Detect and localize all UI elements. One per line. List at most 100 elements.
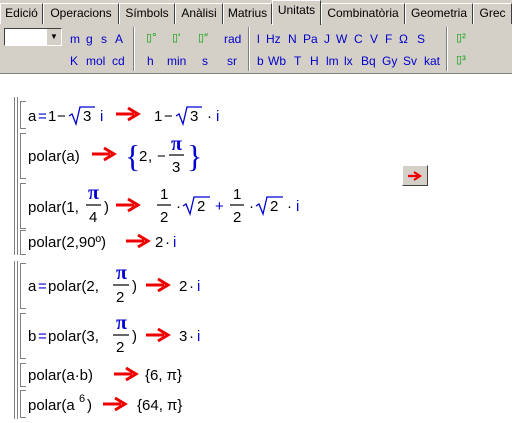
unit-ohm[interactable]: Ω bbox=[399, 32, 408, 46]
arrow-right-icon bbox=[116, 197, 141, 213]
block-bracket[interactable] bbox=[14, 261, 18, 419]
worksheet[interactable]: a = 1 − 3 i 1 − 3 · i polar(a) { 2 , − π… bbox=[0, 75, 512, 423]
tab-analisi[interactable]: Anàlisi bbox=[175, 3, 223, 24]
result-text: {64, π} bbox=[137, 397, 182, 414]
unit-N[interactable]: N bbox=[288, 32, 297, 46]
input-text: π bbox=[88, 183, 99, 204]
unit-lm[interactable]: lm bbox=[326, 54, 339, 68]
unit-s[interactable]: s bbox=[101, 32, 107, 46]
tab-combinatoria[interactable]: Combinatòria bbox=[321, 3, 405, 24]
expression-row[interactable]: polar(1, π 4 ) 1 2 · 2 + 1 2 · 2 · i bbox=[28, 183, 328, 229]
unit-l[interactable]: l bbox=[257, 32, 260, 46]
tab-matrius[interactable]: Matrius bbox=[223, 3, 272, 24]
expression-row[interactable]: b = polar(3, π 2 ) 3 · i bbox=[28, 313, 248, 359]
tab-unitats[interactable]: Unitats bbox=[272, 0, 321, 25]
unit-cd[interactable]: cd bbox=[112, 54, 125, 68]
unit-arcminute[interactable]: ▯′ bbox=[172, 31, 180, 45]
input-text: − bbox=[57, 108, 66, 125]
evaluate-button[interactable] bbox=[402, 165, 428, 186]
square-exponent-button[interactable]: ▯² bbox=[456, 31, 466, 45]
unit-s-time[interactable]: s bbox=[202, 54, 208, 68]
unit-g[interactable]: g bbox=[86, 32, 93, 46]
row-bracket[interactable] bbox=[20, 363, 26, 387]
unit-prefix-select[interactable]: ▼ bbox=[4, 28, 62, 46]
row-bracket[interactable] bbox=[20, 183, 26, 229]
input-text: b bbox=[28, 328, 36, 345]
result-text: 2 bbox=[270, 198, 278, 215]
tab-bar: Edició Operacions Símbols Anàlisi Matriu… bbox=[0, 0, 512, 25]
unit-C[interactable]: C bbox=[354, 32, 363, 46]
tab-operacions[interactable]: Operacions bbox=[43, 3, 119, 24]
chevron-down-icon[interactable]: ▼ bbox=[46, 29, 61, 45]
unit-Wb[interactable]: Wb bbox=[268, 54, 286, 68]
unit-F[interactable]: F bbox=[385, 32, 392, 46]
block-bracket[interactable] bbox=[14, 97, 18, 255]
row-bracket[interactable] bbox=[20, 263, 26, 309]
unit-rad[interactable]: rad bbox=[224, 32, 241, 46]
input-text: = bbox=[38, 108, 47, 125]
expression-row[interactable]: polar(2,90º) 2 · i bbox=[28, 230, 228, 256]
result-text: · bbox=[176, 198, 181, 215]
unit-min[interactable]: min bbox=[167, 54, 186, 68]
result-text: i bbox=[197, 328, 200, 345]
tab-geometria[interactable]: Geometria bbox=[405, 3, 473, 24]
input-text: = bbox=[38, 278, 47, 295]
expression-row[interactable]: a = polar(2, π 2 ) 2 · i bbox=[28, 263, 248, 309]
unit-Gy[interactable]: Gy bbox=[382, 54, 397, 68]
unit-S[interactable]: S bbox=[417, 32, 425, 46]
result-text: 3 bbox=[179, 328, 187, 345]
unit-lx[interactable]: lx bbox=[344, 54, 353, 68]
tab-grec[interactable]: Grec bbox=[473, 3, 512, 24]
input-text: = bbox=[38, 328, 47, 345]
unit-mol[interactable]: mol bbox=[86, 54, 105, 68]
unit-V[interactable]: V bbox=[370, 32, 378, 46]
unit-arcsecond[interactable]: ▯″ bbox=[198, 31, 208, 45]
expression-row[interactable]: a = 1 − 3 i 1 − 3 · i bbox=[28, 101, 248, 131]
row-bracket[interactable] bbox=[20, 230, 26, 255]
result-text: 1 bbox=[154, 108, 162, 125]
expression-row[interactable]: polar(a) { 2 , − π 3 } bbox=[28, 133, 228, 179]
row-bracket[interactable] bbox=[20, 133, 26, 179]
unit-Sv[interactable]: Sv bbox=[403, 54, 417, 68]
arrow-right-icon bbox=[103, 396, 128, 412]
tab-simbols[interactable]: Símbols bbox=[119, 3, 175, 24]
expression-row[interactable]: polar(a 6 ) {64, π} bbox=[28, 390, 228, 418]
result-text: 2 bbox=[179, 278, 187, 295]
unit-degree[interactable]: ▯° bbox=[146, 31, 156, 45]
unit-W[interactable]: W bbox=[336, 32, 347, 46]
row-bracket[interactable] bbox=[20, 390, 26, 418]
input-text: a bbox=[28, 278, 37, 295]
expression-row[interactable]: polar(a·b) {6, π} bbox=[28, 363, 228, 389]
result-text: i bbox=[197, 278, 200, 295]
tab-edicio[interactable]: Edició bbox=[0, 3, 43, 24]
input-text: a bbox=[28, 108, 37, 125]
unit-T[interactable]: T bbox=[294, 54, 301, 68]
unit-b[interactable]: b bbox=[257, 54, 264, 68]
row-bracket[interactable] bbox=[20, 313, 26, 359]
unit-kat[interactable]: kat bbox=[424, 54, 440, 68]
input-text: polar(a bbox=[28, 397, 75, 414]
arrow-right-icon bbox=[116, 106, 141, 122]
unit-Bq[interactable]: Bq bbox=[361, 54, 376, 68]
input-text: polar(2,90º) bbox=[28, 234, 106, 251]
unit-K[interactable]: K bbox=[70, 54, 78, 68]
unit-sr[interactable]: sr bbox=[227, 54, 237, 68]
input-text: ) bbox=[132, 328, 137, 345]
arrow-right-icon bbox=[146, 327, 171, 343]
unit-m[interactable]: m bbox=[70, 32, 80, 46]
result-text: · bbox=[165, 234, 170, 251]
unit-Hz[interactable]: Hz bbox=[266, 32, 281, 46]
unit-Pa[interactable]: Pa bbox=[303, 32, 318, 46]
unit-h[interactable]: h bbox=[147, 54, 154, 68]
unit-A[interactable]: A bbox=[115, 32, 123, 46]
row-bracket[interactable] bbox=[20, 101, 26, 129]
unit-J[interactable]: J bbox=[324, 32, 330, 46]
units-toolbar: ▼ m g s A ▯° ▯′ ▯″ rad l Hz N Pa J W C V… bbox=[0, 24, 512, 74]
cube-exponent-button[interactable]: ▯³ bbox=[456, 53, 466, 67]
unit-H[interactable]: H bbox=[310, 54, 319, 68]
result-text: π bbox=[171, 133, 182, 155]
result-text: 2 bbox=[160, 209, 168, 226]
result-text: − bbox=[157, 148, 166, 165]
result-text: i bbox=[216, 108, 219, 125]
result-text: 1 bbox=[160, 186, 168, 203]
